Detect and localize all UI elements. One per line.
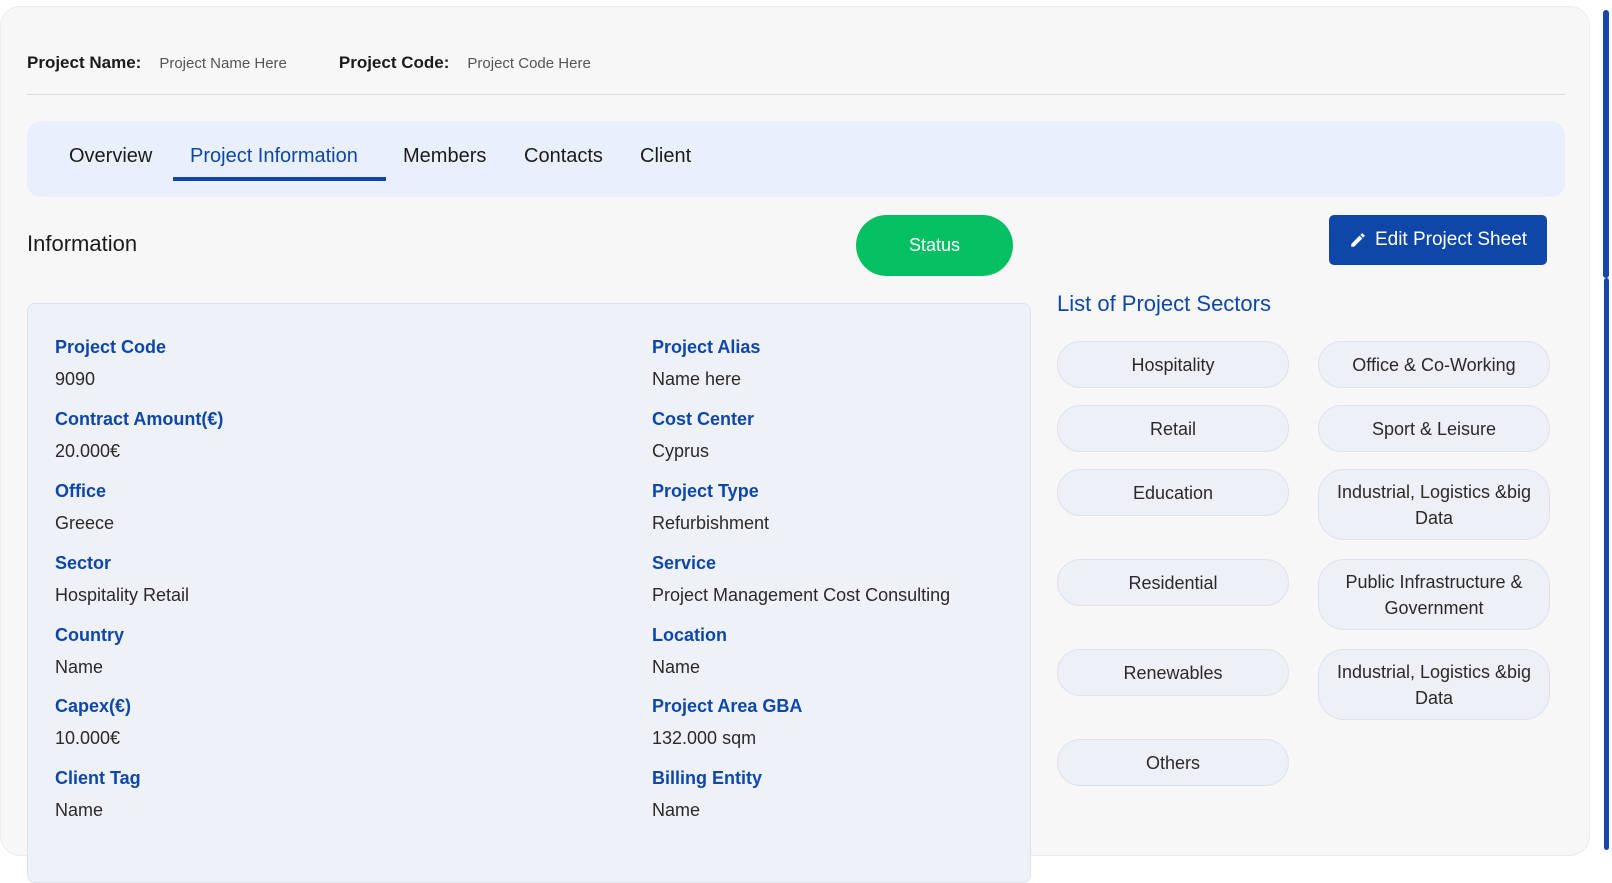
field-label: Project Alias (652, 337, 761, 357)
sector-chip[interactable]: Renewables (1057, 649, 1289, 696)
field-value: Cyprus (652, 441, 710, 461)
field-label: Sector (55, 553, 112, 573)
field-label: Project Code (55, 337, 167, 357)
field-cost-center: Cost Center Cyprus (652, 409, 1112, 462)
field-project-code: Project Code 9090 (55, 337, 515, 390)
edit-project-sheet-button[interactable]: Edit Project Sheet (1329, 215, 1547, 265)
field-value: Name (652, 657, 701, 677)
field-label: Service (652, 553, 717, 573)
tab-project-information[interactable]: Project Information (190, 145, 358, 168)
scrollbar-rail (1604, 278, 1609, 850)
field-label: Project Area GBA (652, 696, 803, 716)
information-panel: Project Code 9090 Contract Amount(€) 20.… (27, 303, 1031, 883)
field-label: Location (652, 625, 727, 645)
field-value: Hospitality Retail (55, 585, 190, 605)
sector-chip[interactable]: Hospitality (1057, 341, 1289, 388)
field-label: Country (55, 625, 124, 645)
field-sector: Sector Hospitality Retail (55, 553, 515, 606)
active-tab-indicator (173, 177, 386, 181)
field-value: Project Management Cost Consulting (652, 585, 951, 605)
field-value: Name here (652, 369, 742, 389)
field-project-type: Project Type Refurbishment (652, 481, 1112, 534)
status-badge: Status (856, 215, 1013, 276)
field-capex: Capex(€) 10.000€ (55, 696, 515, 749)
field-value: Name (652, 800, 701, 820)
field-value: 20.000€ (55, 441, 121, 461)
tab-members[interactable]: Members (403, 145, 486, 168)
scrollbar-thumb[interactable] (1603, 10, 1609, 278)
tab-overview[interactable]: Overview (69, 145, 152, 168)
field-value: Greece (55, 513, 115, 533)
edit-project-sheet-label: Edit Project Sheet (1374, 229, 1528, 250)
project-code-value: Project Code Here (467, 54, 591, 72)
field-billing-entity: Billing Entity Name (652, 768, 1112, 821)
tabs-bar: Overview Project Information Members Con… (27, 121, 1565, 197)
field-label: Contract Amount(€) (55, 409, 224, 429)
field-location: Location Name (652, 625, 1112, 678)
field-value: Name (55, 800, 104, 820)
field-label: Office (55, 481, 107, 501)
field-label: Client Tag (55, 768, 141, 788)
sector-chip[interactable]: Sport & Leisure (1318, 405, 1550, 452)
sector-chip[interactable]: Residential (1057, 559, 1289, 606)
project-header: Project Name: Project Name Here Project … (27, 49, 591, 77)
field-label: Billing Entity (652, 768, 762, 788)
field-country: Country Name (55, 625, 515, 678)
field-label: Cost Center (652, 409, 755, 429)
field-value: 132.000 sqm (652, 728, 757, 748)
sectors-title: List of Project Sectors (1057, 291, 1271, 316)
tab-contacts[interactable]: Contacts (524, 145, 603, 168)
sector-chip[interactable]: Office & Co-Working (1318, 341, 1550, 388)
project-name-label: Project Name: (27, 53, 142, 72)
tab-client[interactable]: Client (640, 145, 691, 168)
field-contract-amount: Contract Amount(€) 20.000€ (55, 409, 515, 462)
field-office: Office Greece (55, 481, 515, 534)
information-title: Information (27, 231, 138, 256)
field-project-area: Project Area GBA 132.000 sqm (652, 696, 1112, 749)
field-label: Capex(€) (55, 696, 132, 716)
sector-chip[interactable]: Public Infrastructure & Government (1318, 559, 1550, 630)
field-project-alias: Project Alias Name here (652, 337, 1112, 390)
project-card: Project Name: Project Name Here Project … (0, 6, 1590, 883)
header-divider (27, 94, 1565, 95)
sector-chip[interactable]: Industrial, Logistics &big Data (1318, 649, 1550, 720)
field-service: Service Project Management Cost Consulti… (652, 553, 1112, 606)
sector-chip[interactable]: Industrial, Logistics &big Data (1318, 469, 1550, 540)
field-value: 10.000€ (55, 728, 121, 748)
sector-chip[interactable]: Others (1057, 739, 1289, 786)
field-client-tag: Client Tag Name (55, 768, 515, 821)
sector-chip[interactable]: Education (1057, 469, 1289, 516)
field-value: 9090 (55, 369, 96, 389)
project-code-label: Project Code: (338, 53, 450, 72)
field-value: Refurbishment (652, 513, 770, 533)
sector-chip[interactable]: Retail (1057, 405, 1289, 452)
project-name-value: Project Name Here (159, 54, 287, 72)
pencil-icon (1349, 231, 1367, 249)
field-label: Project Type (652, 481, 759, 501)
field-value: Name (55, 657, 104, 677)
